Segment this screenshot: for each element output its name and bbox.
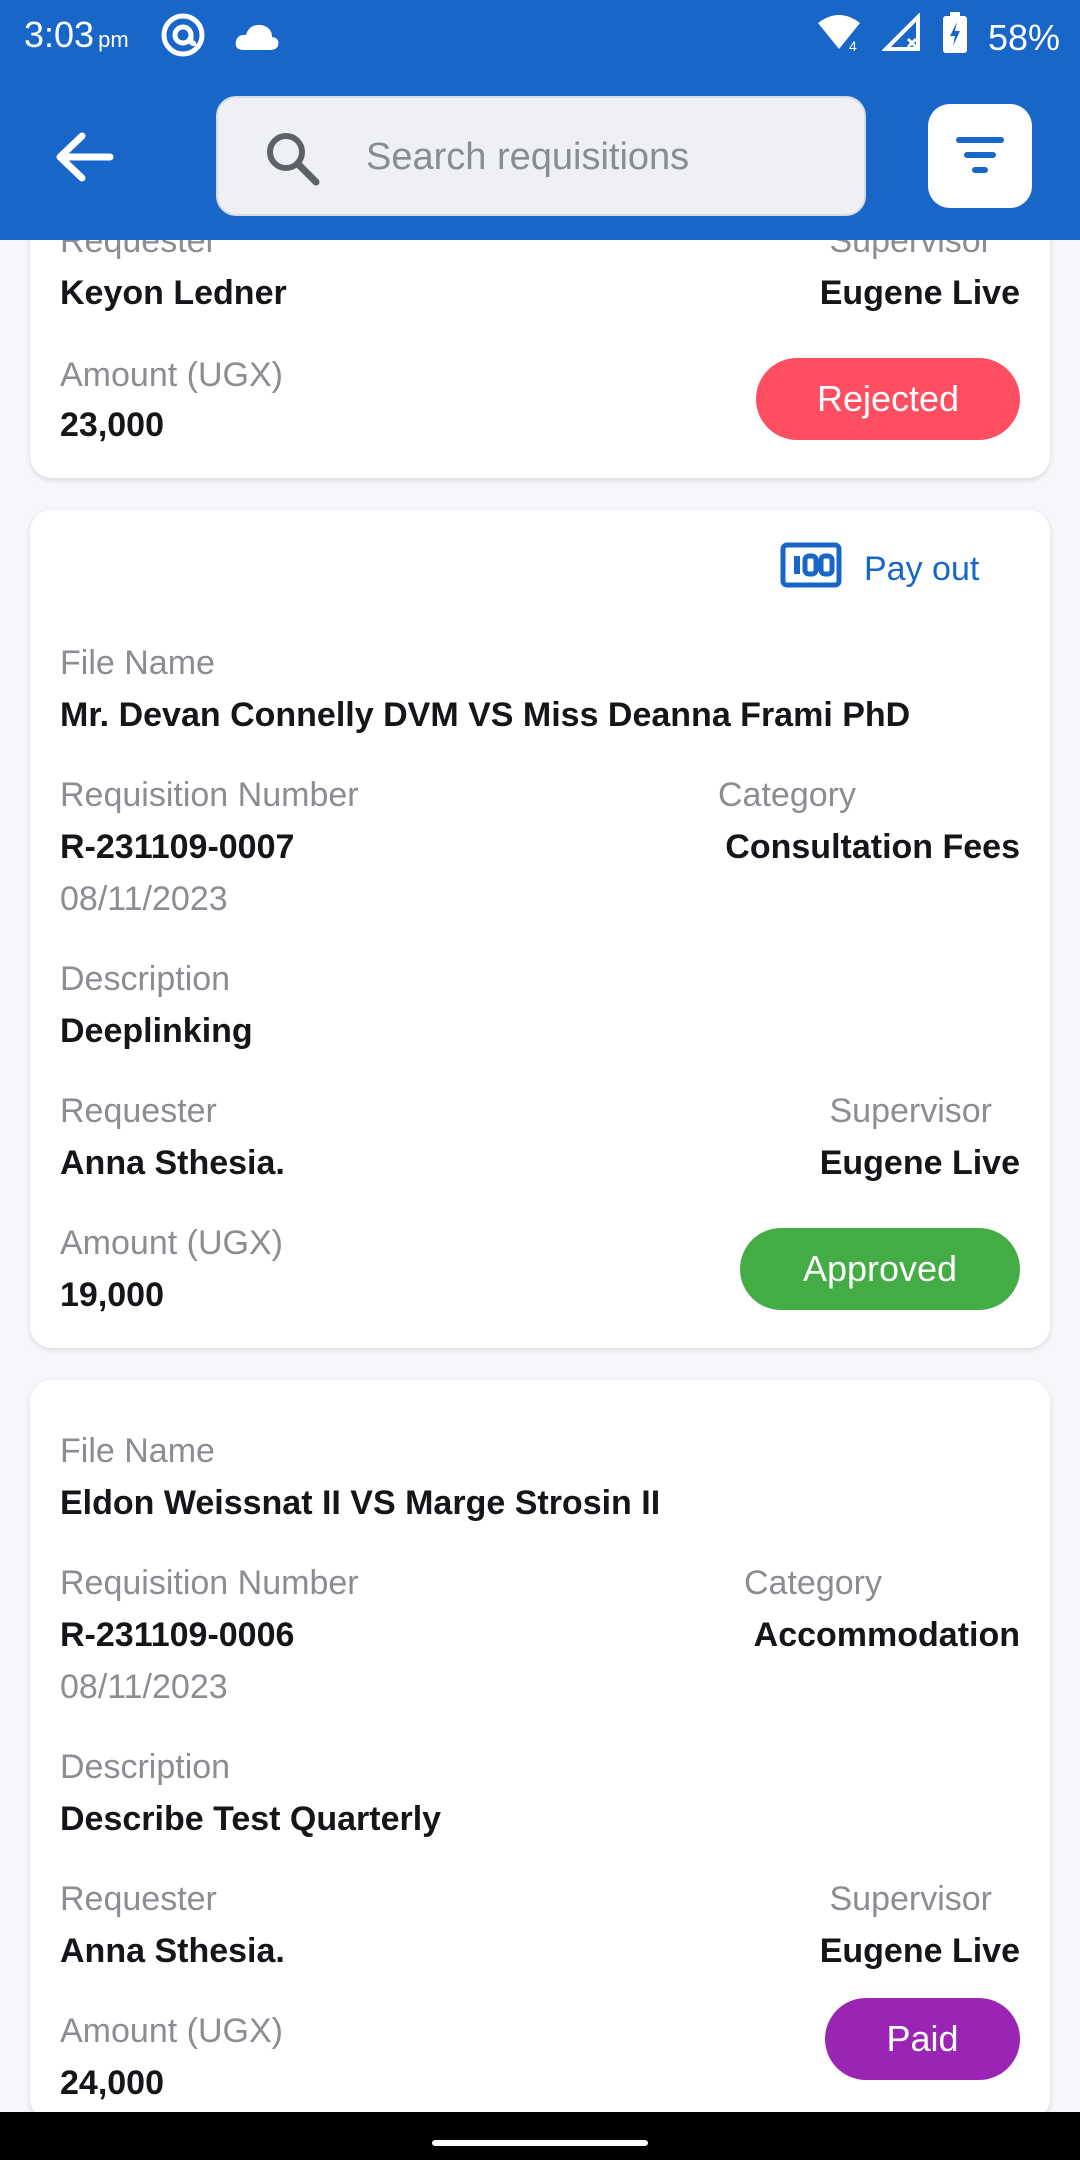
cloud-icon	[234, 19, 280, 61]
amount-value: 23,000	[60, 406, 164, 444]
app-bar: 3:03 pm 4 58%	[0, 0, 1080, 240]
description-label: Description	[60, 960, 231, 998]
status-badge-approved: Approved	[740, 1228, 1020, 1310]
requester-name: Keyon Ledner	[60, 274, 287, 312]
category-label: Category	[744, 1564, 882, 1602]
requester-label: Requester	[60, 1880, 217, 1918]
supervisor-name: Eugene Live	[819, 1144, 1020, 1182]
navigation-bar	[0, 2112, 1080, 2160]
requisition-number-label: Requisition Number	[60, 1564, 359, 1602]
description-value: Deeplinking	[60, 1012, 253, 1050]
search-bar[interactable]	[216, 96, 866, 216]
file-name-value: Eldon Weissnat II VS Marge Strosin II	[60, 1484, 661, 1522]
battery-icon	[942, 12, 968, 63]
category-value: Consultation Fees	[725, 828, 1020, 866]
requisition-date: 08/11/2023	[60, 880, 228, 918]
requisition-number-value: R-231109-0007	[60, 828, 295, 866]
description-value: Describe Test Quarterly	[60, 1800, 442, 1838]
pay-out-button[interactable]: Pay out	[780, 540, 979, 599]
requester-name: Anna Sthesia.	[60, 1932, 285, 1970]
supervisor-label: Supervisor	[829, 1092, 992, 1130]
requester-label: Requester	[60, 1092, 217, 1130]
battery-percent: 58%	[987, 16, 1060, 58]
home-gesture-handle[interactable]	[432, 2140, 648, 2146]
status-bar: 3:03 pm 4 58%	[0, 0, 1080, 74]
requisition-date: 08/11/2023	[60, 1668, 228, 1706]
status-badge-rejected: Rejected	[756, 358, 1020, 440]
category-value: Accommodation	[753, 1616, 1020, 1654]
category-label: Category	[718, 776, 856, 814]
status-time: 3:03 pm	[24, 14, 129, 56]
requisition-number-label: Requisition Number	[60, 776, 359, 814]
amount-value: 19,000	[60, 1276, 164, 1314]
am-pm-text: pm	[98, 27, 129, 52]
file-name-label: File Name	[60, 644, 215, 682]
notification-icons	[160, 12, 280, 67]
supervisor-name: Eugene Live	[819, 274, 1020, 312]
search-input[interactable]	[364, 98, 848, 216]
time-text: 3:03	[24, 14, 95, 55]
banknote-icon	[780, 540, 842, 599]
description-label: Description	[60, 1748, 231, 1786]
status-badge-paid: Paid	[825, 1998, 1020, 2080]
requisition-number-value: R-231109-0006	[60, 1616, 295, 1654]
search-icon	[262, 128, 322, 188]
filter-button[interactable]	[928, 104, 1032, 208]
amount-label: Amount (UGX)	[60, 2012, 283, 2050]
signal-icon	[881, 12, 922, 62]
amount-label: Amount (UGX)	[60, 356, 283, 394]
file-name-label: File Name	[60, 1432, 215, 1470]
supervisor-name: Eugene Live	[819, 1932, 1020, 1970]
file-name-value: Mr. Devan Connelly DVM VS Miss Deanna Fr…	[60, 696, 911, 734]
back-button[interactable]	[50, 122, 120, 192]
requisition-card[interactable]: Pay out File Name Mr. Devan Connelly DVM…	[30, 510, 1050, 1348]
svg-text:4: 4	[849, 38, 857, 53]
back-arrow-icon	[50, 132, 120, 196]
at-sign-icon	[160, 12, 206, 67]
system-icons: 4 58%	[816, 12, 1060, 63]
amount-value: 24,000	[60, 2064, 164, 2102]
supervisor-label: Supervisor	[829, 1880, 992, 1918]
amount-label: Amount (UGX)	[60, 1224, 283, 1262]
wifi-icon: 4	[816, 13, 862, 62]
requester-name: Anna Sthesia.	[60, 1144, 285, 1182]
pay-out-label: Pay out	[864, 550, 980, 588]
requisition-card[interactable]: File Name Eldon Weissnat II VS Marge Str…	[30, 1380, 1050, 2120]
